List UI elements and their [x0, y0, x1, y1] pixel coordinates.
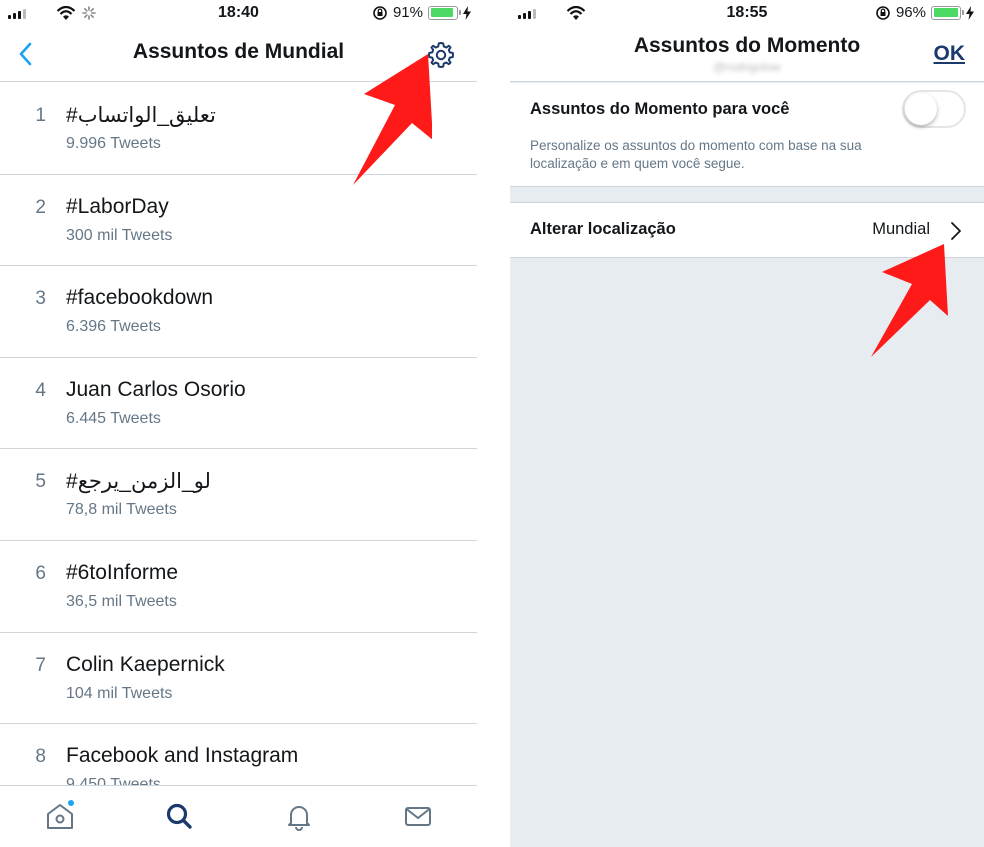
- trend-item[interactable]: 7 Colin Kaepernick 104 mil Tweets: [0, 633, 477, 725]
- trend-rank: 8: [35, 746, 46, 768]
- location-value: Mundial: [872, 220, 930, 238]
- battery-icon: [428, 5, 461, 20]
- setting-label: Assuntos do Momento para você: [530, 100, 790, 118]
- trend-rank: 1: [35, 105, 46, 126]
- tab-home[interactable]: [44, 800, 76, 832]
- account-username: @rodrigolow: [713, 60, 781, 74]
- change-location-row[interactable]: Alterar localização Mundial: [510, 202, 984, 258]
- trend-count: 36,5 mil Tweets: [66, 592, 177, 610]
- notification-dot: [68, 800, 74, 806]
- rotation-lock-icon: [373, 5, 387, 20]
- ok-button[interactable]: OK: [934, 42, 966, 66]
- status-bar: 18:40 91%: [0, 0, 477, 28]
- tab-notifications[interactable]: [283, 800, 315, 832]
- location-label: Alterar localização: [530, 220, 676, 238]
- trends-list: 1 #تعليق_الواتساب 9.996 Tweets 2 #LaborD…: [0, 83, 477, 816]
- page-title: Assuntos do Momento: [633, 34, 861, 57]
- status-bar: 18:55 96%: [510, 0, 984, 28]
- search-icon: [166, 803, 192, 829]
- trend-rank: 3: [35, 288, 46, 310]
- trend-name[interactable]: #facebookdown: [66, 286, 213, 310]
- toggle-knob: [905, 93, 937, 125]
- trend-rank: 4: [35, 379, 46, 401]
- tab-search[interactable]: [163, 800, 195, 832]
- trend-name[interactable]: Colin Kaepernick: [66, 653, 225, 677]
- charging-icon: [463, 5, 471, 20]
- trend-count: 9.996 Tweets: [66, 135, 161, 152]
- chevron-right-icon: [951, 222, 961, 240]
- red-arrow-annotation: [871, 244, 948, 357]
- battery-icon: [931, 5, 964, 20]
- trend-rank: 2: [35, 196, 46, 218]
- trend-name[interactable]: #تعليق_الواتساب: [66, 103, 216, 128]
- trend-count: 6.396 Tweets: [66, 318, 161, 336]
- tab-messages[interactable]: [402, 800, 434, 832]
- battery-percent: 96%: [895, 4, 926, 21]
- charging-icon: [966, 5, 974, 20]
- trend-count: 104 mil Tweets: [66, 684, 173, 702]
- left-screen: 18:40 91% Assuntos de Mundial 1 #تعليق_ا…: [0, 0, 477, 847]
- trend-item[interactable]: 5 #لو_الزمن_يرجع 78,8 mil Tweets: [0, 449, 477, 541]
- personalization-toggle[interactable]: [902, 90, 966, 128]
- trend-count: 78,8 mil Tweets: [66, 501, 177, 519]
- trend-item[interactable]: 2 #LaborDay 300 mil Tweets: [0, 175, 477, 267]
- trend-item[interactable]: 1 #تعليق_الواتساب 9.996 Tweets: [0, 83, 477, 175]
- battery-percent: 91%: [392, 4, 423, 21]
- trend-item[interactable]: 3 #facebookdown 6.396 Tweets: [0, 266, 477, 358]
- trend-item[interactable]: 6 #6toInforme 36,5 mil Tweets: [0, 541, 477, 633]
- trend-count: 6.445 Tweets: [66, 409, 161, 427]
- rotation-lock-icon: [876, 5, 890, 20]
- trend-name[interactable]: #6toInforme: [66, 561, 178, 585]
- right-screen: 18:55 96% Assuntos do Momento @rodrigolo…: [510, 0, 984, 847]
- trend-rank: 7: [35, 654, 46, 676]
- mail-icon: [405, 807, 431, 826]
- bottom-tab-bar: [0, 785, 477, 847]
- trend-name[interactable]: Facebook and Instagram: [66, 744, 298, 768]
- gear-icon[interactable]: [426, 40, 456, 70]
- bell-icon: [288, 806, 310, 831]
- top-navigation: Assuntos do Momento @rodrigolow OK: [510, 28, 984, 82]
- trend-rank: 5: [35, 471, 46, 493]
- top-navigation: Assuntos de Mundial: [0, 28, 477, 82]
- trend-rank: 6: [35, 562, 46, 584]
- page-title: Assuntos de Mundial: [132, 40, 345, 63]
- trend-name[interactable]: Juan Carlos Osorio: [66, 378, 246, 402]
- trend-count: 300 mil Tweets: [66, 226, 173, 244]
- trend-name[interactable]: #لو_الزمن_يرجع: [66, 469, 211, 494]
- personalization-setting: Assuntos do Momento para você Personaliz…: [510, 83, 984, 187]
- trend-item[interactable]: 4 Juan Carlos Osorio 6.445 Tweets: [0, 358, 477, 450]
- screens-separator: [477, 0, 510, 847]
- setting-description: Personalize os assuntos do momento com b…: [530, 138, 862, 171]
- trend-name[interactable]: #LaborDay: [66, 195, 169, 219]
